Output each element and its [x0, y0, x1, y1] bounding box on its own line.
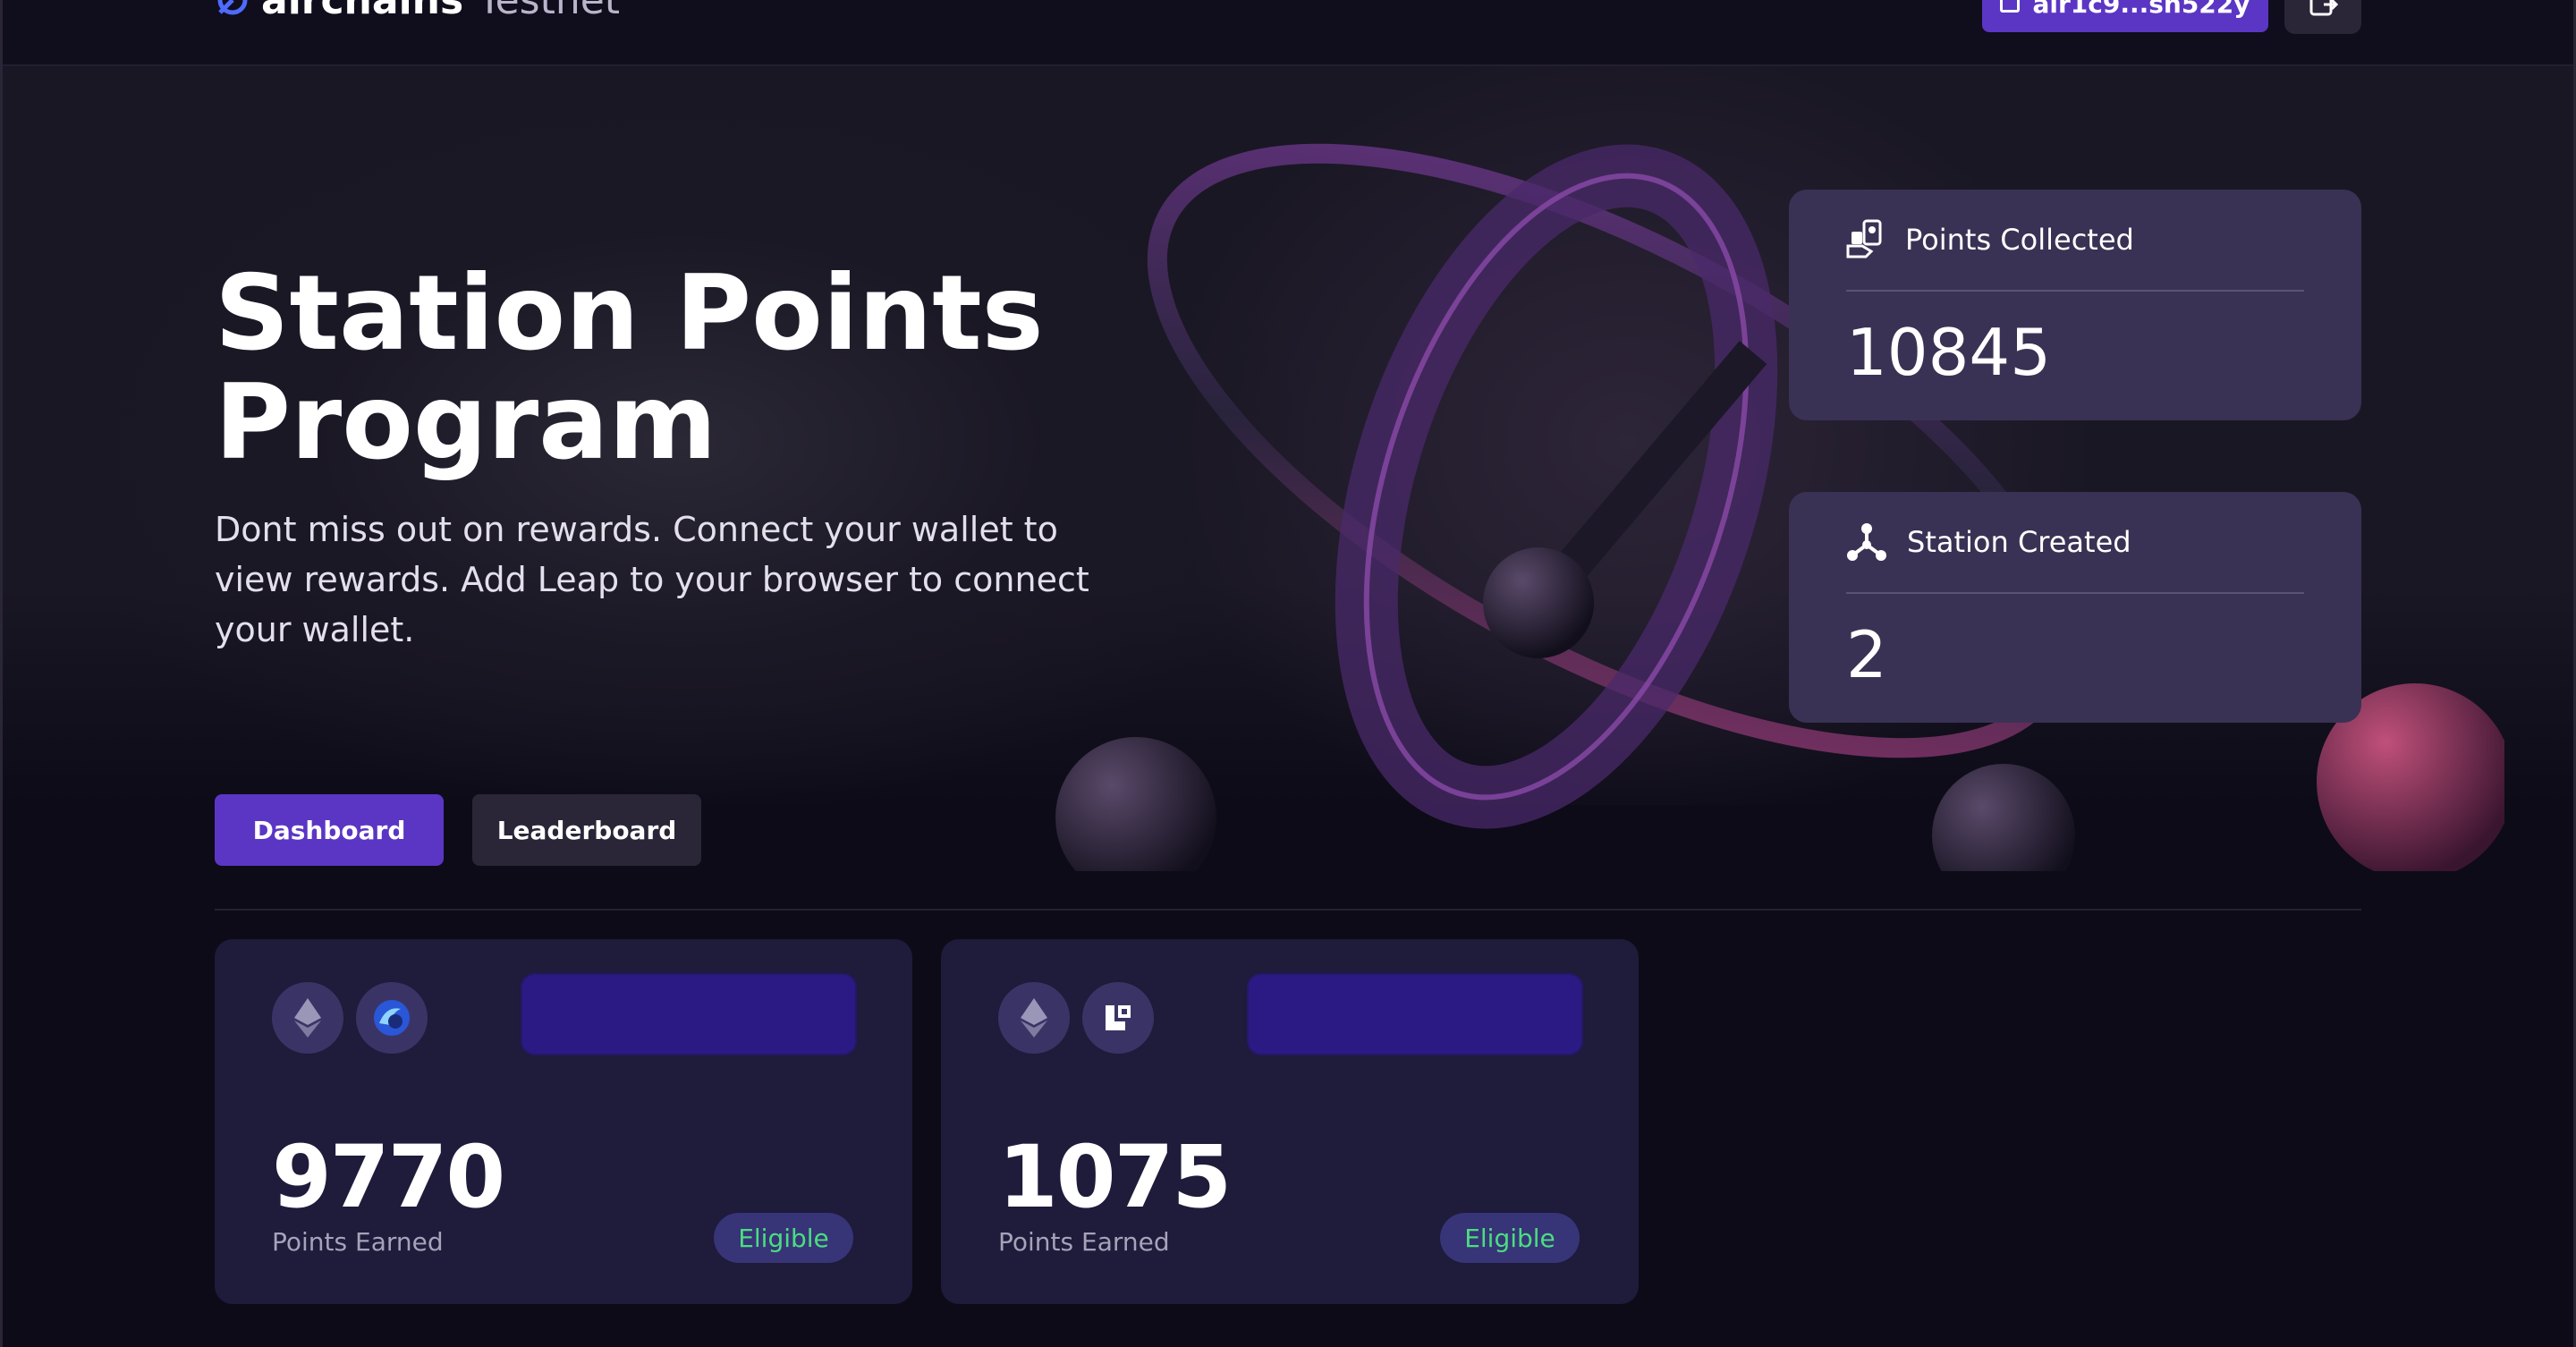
- chain-chip: [1082, 982, 1154, 1054]
- points-collected-header: Points Collected: [1846, 190, 2304, 292]
- wave-chain-icon: [374, 1000, 410, 1036]
- station-created-label: Station Created: [1907, 525, 2131, 559]
- chain-chip: [356, 982, 428, 1054]
- points-card: 9770 Points Earned Eligible: [215, 939, 912, 1304]
- points-collected-card: Points Collected 10845: [1789, 190, 2361, 420]
- ethereum-chip: [998, 982, 1070, 1054]
- hand-coins-icon: [1846, 219, 1882, 258]
- page-title: Station Points Program: [215, 259, 1199, 478]
- points-collected-value: 10845: [1846, 315, 2052, 390]
- wallet-address-label: air1c9...sn522y: [2032, 0, 2250, 19]
- points-collected-label: Points Collected: [1905, 223, 2134, 257]
- tab-leaderboard[interactable]: Leaderboard: [472, 794, 701, 866]
- points-earned-value: 1075: [998, 1127, 1232, 1227]
- points-card: 1075 Points Earned Eligible: [941, 939, 1639, 1304]
- redacted-chain-name: [1247, 973, 1583, 1055]
- eligible-badge: Eligible: [1440, 1213, 1580, 1263]
- points-earned-label: Points Earned: [998, 1227, 1170, 1257]
- tab-dashboard[interactable]: Dashboard: [215, 794, 444, 866]
- disconnect-icon: [2309, 0, 2338, 16]
- page-title-line-2: Program: [215, 362, 717, 483]
- station-created-card: Station Created 2: [1789, 492, 2361, 723]
- logo-text: airchains: [261, 0, 464, 23]
- eligible-badge: Eligible: [714, 1213, 853, 1263]
- ethereum-icon: [1021, 998, 1047, 1038]
- page-title-line-1: Station Points: [215, 253, 1044, 374]
- wallet-address-button[interactable]: air1c9...sn522y: [1982, 0, 2268, 32]
- station-created-header: Station Created: [1846, 492, 2304, 594]
- ethereum-chip: [272, 982, 343, 1054]
- ethereum-icon: [294, 998, 321, 1038]
- network-nodes-icon: [1847, 523, 1886, 561]
- airchains-logo-icon: [217, 0, 248, 15]
- wallet-icon: [2000, 0, 2021, 13]
- disconnect-button[interactable]: [2284, 0, 2361, 34]
- redacted-chain-name: [521, 973, 857, 1055]
- block-chain-icon: [1106, 1005, 1131, 1030]
- section-divider: [215, 909, 2361, 911]
- station-created-value: 2: [1846, 617, 1887, 692]
- points-earned-value: 9770: [272, 1127, 505, 1227]
- logo-suffix: Testnet: [478, 0, 621, 23]
- hero-description: Dont miss out on rewards. Connect your w…: [215, 510, 1089, 649]
- points-earned-label: Points Earned: [272, 1227, 444, 1257]
- top-navigation-bar: airchains Testnet air1c9...sn522y: [0, 0, 2576, 66]
- airchains-logo[interactable]: airchains Testnet: [215, 0, 621, 23]
